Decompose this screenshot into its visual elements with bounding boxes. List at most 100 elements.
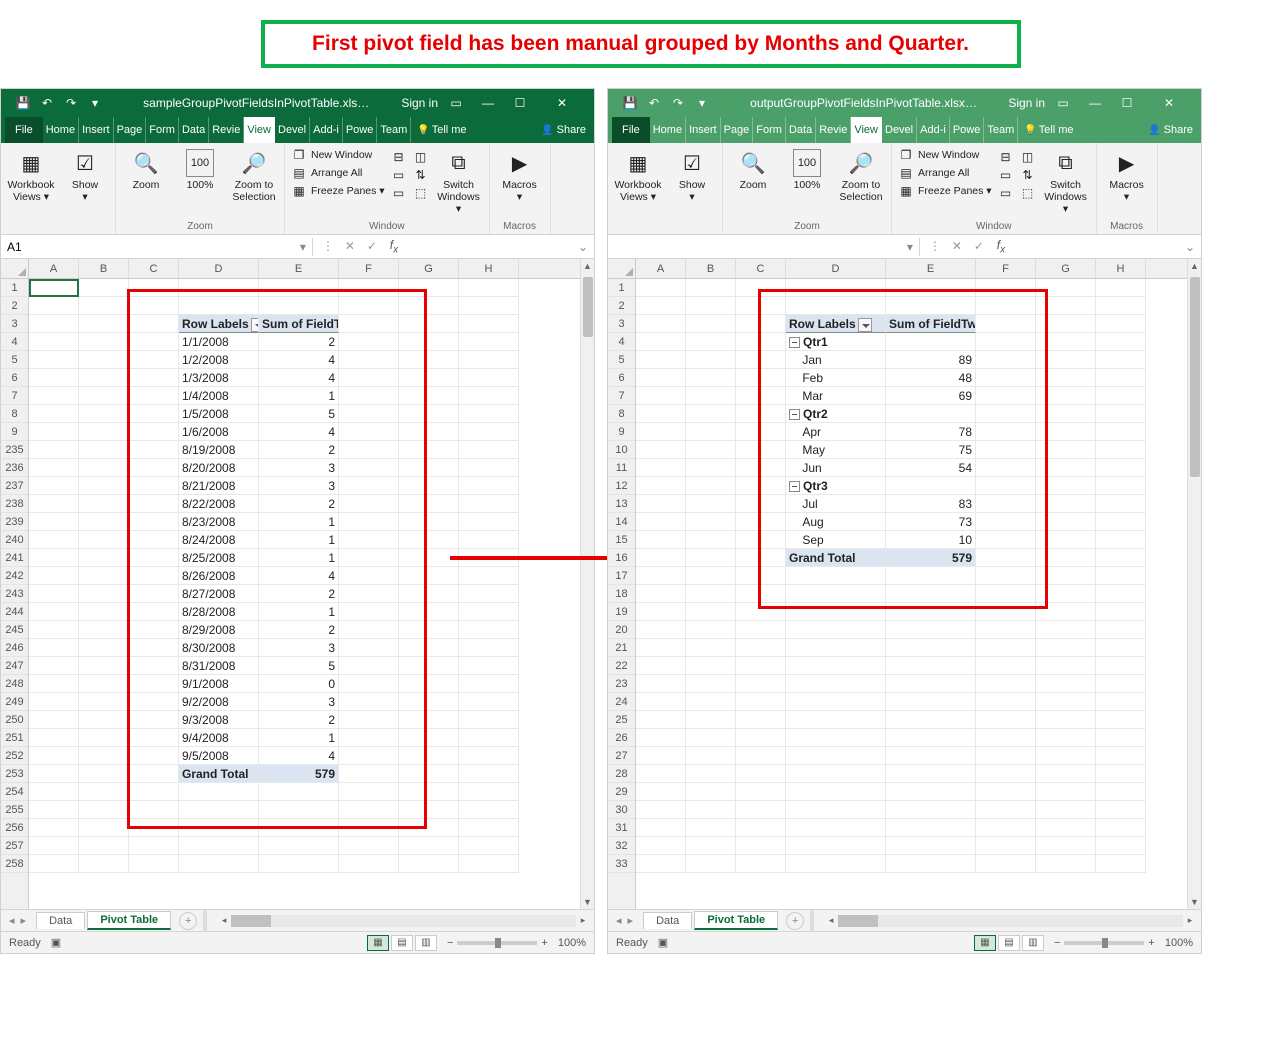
cell[interactable] <box>79 297 129 315</box>
cell[interactable] <box>339 657 399 675</box>
row-header[interactable]: 1 <box>1 279 28 297</box>
cell[interactable] <box>786 783 886 801</box>
cell[interactable] <box>1036 819 1096 837</box>
cell[interactable] <box>686 387 736 405</box>
cell[interactable] <box>786 297 886 315</box>
pivot-row-label[interactable]: 1/4/2008 <box>179 387 259 405</box>
cell[interactable] <box>1096 333 1146 351</box>
cell[interactable] <box>29 297 79 315</box>
pivot-grand-total-value[interactable]: 579 <box>259 765 339 783</box>
pivot-row-label[interactable]: 9/3/2008 <box>179 711 259 729</box>
row-header[interactable]: 239 <box>1 513 28 531</box>
cell[interactable] <box>636 783 686 801</box>
cell[interactable] <box>339 297 399 315</box>
cell[interactable] <box>686 333 736 351</box>
arrange-all-button[interactable]: ▤Arrange All <box>291 165 385 181</box>
cell[interactable] <box>1036 423 1096 441</box>
tab-form[interactable]: Form <box>753 117 786 143</box>
cell[interactable] <box>79 423 129 441</box>
cell[interactable] <box>976 531 1036 549</box>
zoom-slider[interactable]: −+ <box>1054 937 1155 949</box>
pivot-row-label[interactable]: 8/19/2008 <box>179 441 259 459</box>
cell[interactable] <box>686 315 736 333</box>
row-header[interactable]: 24 <box>608 693 635 711</box>
cell[interactable] <box>976 333 1036 351</box>
cell[interactable] <box>79 639 129 657</box>
close-icon[interactable]: ✕ <box>1149 89 1189 117</box>
cell[interactable] <box>129 459 179 477</box>
cell[interactable] <box>399 477 459 495</box>
cell[interactable] <box>736 369 786 387</box>
pivot-value[interactable]: 48 <box>886 369 976 387</box>
zoom-level[interactable]: 100% <box>558 937 586 949</box>
cell[interactable] <box>976 837 1036 855</box>
cell[interactable] <box>1036 441 1096 459</box>
cell[interactable] <box>459 675 519 693</box>
cell[interactable] <box>179 801 259 819</box>
col-header[interactable]: A <box>29 259 79 278</box>
cell[interactable] <box>736 837 786 855</box>
view-side-button[interactable]: ◫ <box>413 149 429 165</box>
cell[interactable] <box>686 369 736 387</box>
col-header[interactable]: D <box>786 259 886 278</box>
redo-icon[interactable]: ↷ <box>61 93 81 113</box>
cell[interactable] <box>976 387 1036 405</box>
sheet-tab-pivot[interactable]: Pivot Table <box>87 911 171 930</box>
cell[interactable] <box>686 693 736 711</box>
pivot-row-label[interactable]: Jul <box>786 495 886 513</box>
cell[interactable] <box>1096 693 1146 711</box>
cell[interactable] <box>736 675 786 693</box>
cell[interactable] <box>1036 729 1096 747</box>
cell[interactable] <box>459 585 519 603</box>
row-header[interactable]: 244 <box>1 603 28 621</box>
pivot-value[interactable]: 4 <box>259 423 339 441</box>
col-header[interactable]: F <box>339 259 399 278</box>
cell[interactable] <box>736 387 786 405</box>
row-header[interactable]: 32 <box>608 837 635 855</box>
cell[interactable] <box>1036 675 1096 693</box>
cell[interactable] <box>886 279 976 297</box>
cell[interactable] <box>129 711 179 729</box>
cell[interactable] <box>129 369 179 387</box>
zoom-100-button[interactable]: 100100% <box>783 147 831 191</box>
col-header[interactable]: H <box>459 259 519 278</box>
row-header[interactable]: 5 <box>1 351 28 369</box>
row-header[interactable]: 235 <box>1 441 28 459</box>
tab-review[interactable]: Revie <box>816 117 851 143</box>
undo-icon[interactable]: ↶ <box>644 93 664 113</box>
cell[interactable] <box>339 567 399 585</box>
pivot-row-label[interactable]: 9/2/2008 <box>179 693 259 711</box>
cell[interactable] <box>1096 567 1146 585</box>
cell[interactable] <box>399 729 459 747</box>
col-header[interactable]: A <box>636 259 686 278</box>
pivot-row-label[interactable]: 8/28/2008 <box>179 603 259 621</box>
cell[interactable] <box>459 603 519 621</box>
sheet-tab-data[interactable]: Data <box>643 912 692 929</box>
cell[interactable] <box>636 387 686 405</box>
cell[interactable] <box>976 819 1036 837</box>
cell[interactable] <box>976 315 1036 333</box>
cell[interactable] <box>1096 765 1146 783</box>
tab-developer[interactable]: Devel <box>275 117 310 143</box>
collapse-icon[interactable] <box>789 481 800 492</box>
tab-page[interactable]: Page <box>114 117 147 143</box>
cell[interactable] <box>129 513 179 531</box>
cell[interactable] <box>686 621 736 639</box>
show-button[interactable]: ☑Show▾ <box>61 147 109 203</box>
cell[interactable] <box>179 297 259 315</box>
save-icon[interactable]: 💾 <box>13 93 33 113</box>
cell[interactable] <box>399 585 459 603</box>
cell[interactable] <box>886 765 976 783</box>
cell[interactable] <box>636 639 686 657</box>
tab-share[interactable]: Share <box>1140 117 1201 143</box>
close-icon[interactable]: ✕ <box>542 89 582 117</box>
cell[interactable] <box>1036 477 1096 495</box>
cell[interactable] <box>1096 783 1146 801</box>
cell[interactable] <box>29 423 79 441</box>
cell[interactable] <box>686 495 736 513</box>
cell[interactable] <box>29 621 79 639</box>
cell[interactable] <box>1096 495 1146 513</box>
pivot-value[interactable]: 1 <box>259 531 339 549</box>
cell[interactable] <box>459 297 519 315</box>
cell[interactable] <box>129 765 179 783</box>
